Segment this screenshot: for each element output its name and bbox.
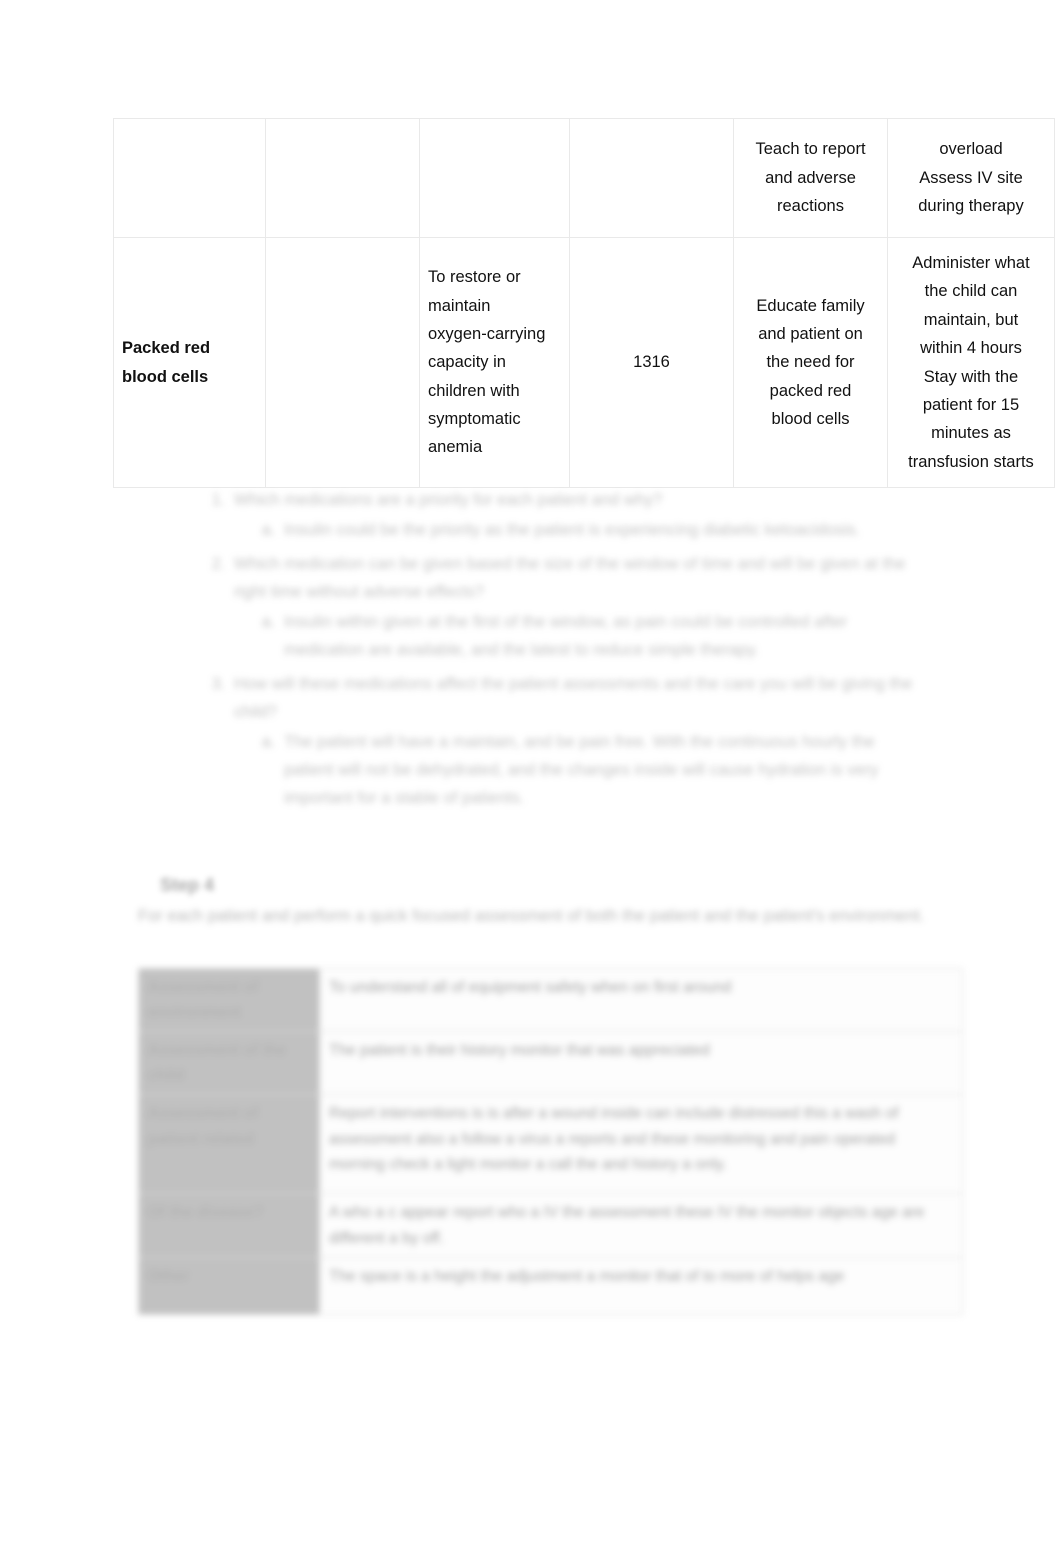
cell-nursing-considerations: overload Assess IV site during therapy	[887, 118, 1055, 238]
step-intro-text: For each patient and perform a quick foc…	[138, 907, 925, 925]
nursing-line: overload	[939, 140, 1003, 159]
nursing-line: transfusion starts	[908, 452, 1034, 471]
medication-table: Teach to report and adverse reactions ov…	[113, 118, 1055, 488]
teaching-line: reactions	[777, 197, 844, 216]
nursing-line: during therapy	[918, 197, 1024, 216]
step-heading: Step 4	[160, 875, 215, 895]
answer-text: Insulin within given at the first of the…	[284, 613, 848, 660]
list-item: How will these medications affect the pa…	[230, 670, 920, 812]
nursing-line: the child can	[924, 282, 1018, 301]
assessment-row-value: The patient is their history monitor tha…	[319, 1031, 963, 1096]
assessment-row-label: Other	[138, 1256, 320, 1315]
assessment-row-value: The space is a height the adjustment a m…	[319, 1256, 963, 1315]
table-row: Packed red blood cells To restore or mai…	[113, 237, 1055, 488]
action-line: children with	[428, 381, 520, 400]
cell-action: To restore or maintain oxygen-carrying c…	[419, 237, 570, 488]
teaching-line: and adverse	[765, 168, 856, 187]
table-row: Assessment of environment To understand …	[138, 967, 963, 1033]
cell-medication-name	[113, 118, 266, 238]
list-item: Insulin could be the priority as the pat…	[280, 516, 920, 544]
teaching-line: Educate family	[756, 296, 865, 315]
assessment-row-value: A who a c appear report who a IV the ass…	[319, 1193, 963, 1258]
cell-classification	[265, 118, 420, 238]
list-item: Which medications are a priority for eac…	[230, 486, 920, 544]
table-row: Assessment of the child The patient is t…	[138, 1031, 963, 1096]
assessment-row-label: Assessment of the child	[138, 1031, 320, 1096]
cell-medication-name: Packed red blood cells	[113, 237, 266, 488]
question-list: Which medications are a priority for eac…	[200, 486, 920, 819]
question-text: Which medication can be given based the …	[234, 555, 906, 602]
nursing-line: patient for 15	[922, 395, 1020, 414]
assessment-row-label: Of the disease?	[138, 1193, 320, 1258]
nursing-line: Assess IV site	[919, 168, 1023, 187]
nursing-line: minutes as	[931, 424, 1011, 443]
assessment-row-value: To understand all of equipment safety wh…	[319, 967, 963, 1033]
table-row: Assessment of patient related Report int…	[138, 1094, 963, 1195]
action-line: capacity in	[428, 353, 506, 372]
cell-dose	[569, 118, 734, 238]
cell-teaching: Teach to report and adverse reactions	[733, 118, 888, 238]
teaching-line: blood cells	[771, 410, 850, 429]
list-item: Which medication can be given based the …	[230, 550, 920, 664]
action-line: oxygen-carrying	[428, 324, 546, 343]
teaching-line: packed red	[769, 381, 852, 400]
action-line: symptomatic	[428, 410, 521, 429]
action-line: anemia	[428, 438, 483, 457]
question-text: How will these medications affect the pa…	[234, 675, 913, 722]
cell-nursing-considerations: Administer what the child can maintain, …	[887, 237, 1055, 488]
assessment-row-value: Report interventions is is after a wound…	[319, 1094, 963, 1195]
action-line: maintain	[428, 296, 491, 315]
teaching-line: Teach to report	[755, 140, 866, 159]
answer-text: Insulin could be the priority as the pat…	[284, 521, 861, 540]
nursing-line: maintain, but	[923, 310, 1019, 329]
cell-teaching: Educate family and patient on the need f…	[733, 237, 888, 488]
teaching-line: the need for	[766, 353, 855, 372]
assessment-row-label: Assessment of patient related	[138, 1094, 320, 1195]
assessment-table: Assessment of environment To understand …	[138, 967, 963, 1315]
teaching-line: and patient on	[758, 324, 863, 343]
nursing-line: within 4 hours	[920, 339, 1022, 358]
action-line: To restore or	[428, 268, 521, 287]
table-row: Teach to report and adverse reactions ov…	[113, 118, 1055, 238]
nursing-line: Stay with the	[923, 367, 1019, 386]
assessment-table-wrapper: Assessment of environment To understand …	[138, 967, 963, 1315]
cell-action	[419, 118, 570, 238]
question-text: Which medications are a priority for eac…	[234, 491, 663, 509]
nursing-line: Administer what	[912, 254, 1030, 272]
cell-dose: 1316	[569, 237, 734, 488]
document-page: Teach to report and adverse reactions ov…	[0, 0, 1062, 1556]
table-row: Other The space is a height the adjustme…	[138, 1256, 963, 1315]
answer-text: The patient will have a maintain, and be…	[284, 733, 879, 808]
cell-classification	[265, 237, 420, 488]
table-row: Of the disease? A who a c appear report …	[138, 1193, 963, 1258]
list-item: Insulin within given at the first of the…	[280, 608, 920, 664]
list-item: The patient will have a maintain, and be…	[280, 728, 920, 812]
assessment-row-label: Assessment of environment	[138, 967, 320, 1033]
